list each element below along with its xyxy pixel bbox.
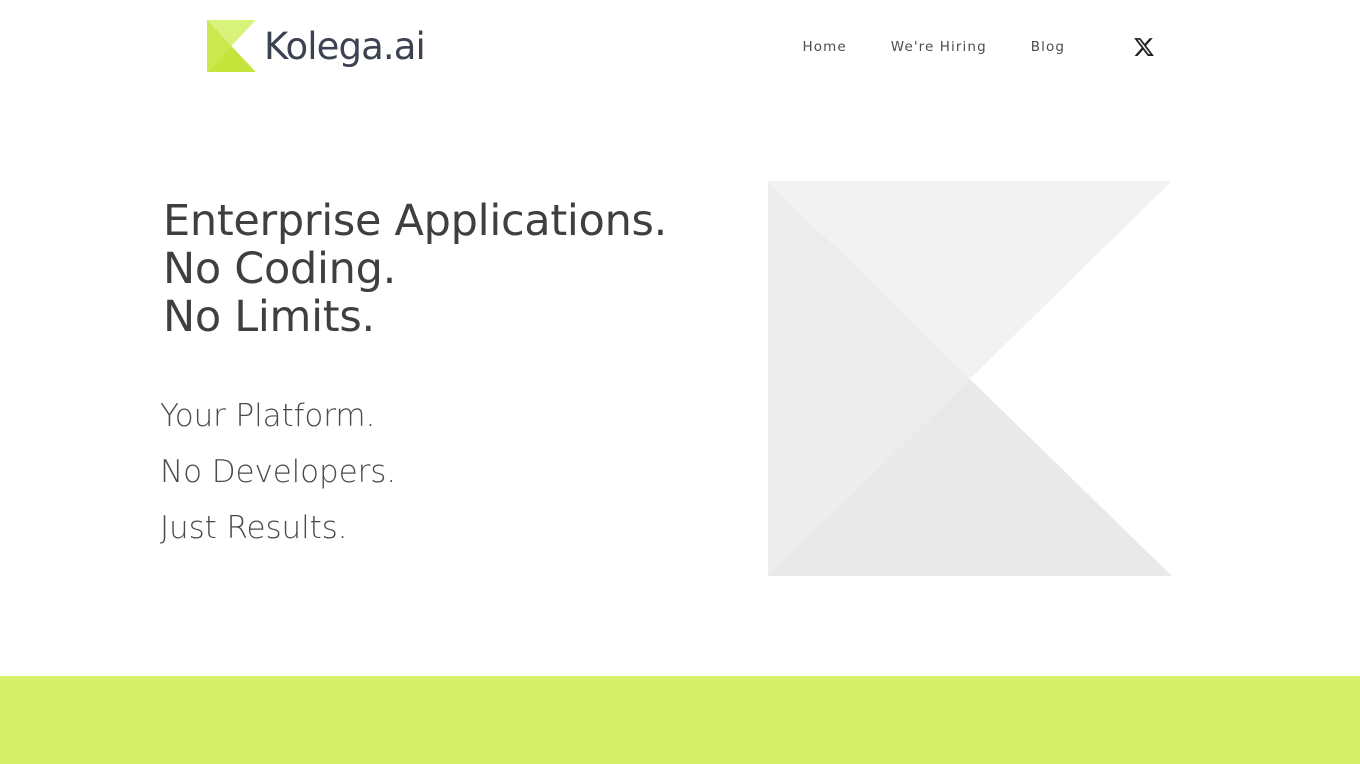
hero-heading-line-3: No Limits. bbox=[163, 292, 375, 342]
brand-wordmark: Kolega.ai bbox=[264, 24, 426, 68]
kolega-k-mark-icon bbox=[207, 20, 256, 72]
site-footer: info@kolega.ai KLG Tech Innovations Ltd.… bbox=[0, 676, 1360, 764]
hero-section: Enterprise Applications. No Coding. No L… bbox=[0, 95, 1360, 676]
hero-heading-line-2: No Coding. bbox=[163, 244, 396, 294]
nav-link-were-hiring[interactable]: We're Hiring bbox=[869, 37, 1009, 57]
hero-sub-line-1: Your Platform. bbox=[160, 398, 376, 434]
hero-heading-line-1: Enterprise Applications. bbox=[163, 196, 667, 246]
hero-sub-line-2: No Developers. bbox=[160, 454, 397, 490]
hero-heading: Enterprise Applications. No Coding. No L… bbox=[163, 197, 667, 341]
nav-link-blog[interactable]: Blog bbox=[1009, 37, 1087, 57]
main-navigation: Home We're Hiring Blog bbox=[781, 36, 1156, 58]
nav-link-home[interactable]: Home bbox=[781, 37, 869, 57]
social-link-x[interactable] bbox=[1087, 36, 1155, 58]
hero-subheading: Your Platform. No Developers. Just Resul… bbox=[160, 388, 396, 556]
x-twitter-icon bbox=[1133, 36, 1155, 58]
hero-graphic-kolega-k-mark-icon bbox=[768, 181, 1172, 576]
site-header: Kolega.ai Home We're Hiring Blog bbox=[0, 0, 1360, 95]
hero-sub-line-3: Just Results. bbox=[160, 510, 348, 546]
brand-logo-link[interactable]: Kolega.ai bbox=[207, 20, 426, 72]
